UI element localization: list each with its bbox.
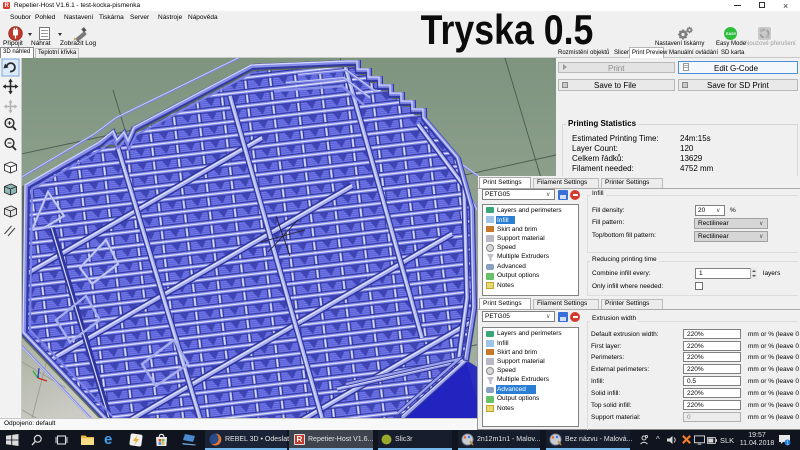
svg-text:1: 1 bbox=[786, 441, 789, 447]
